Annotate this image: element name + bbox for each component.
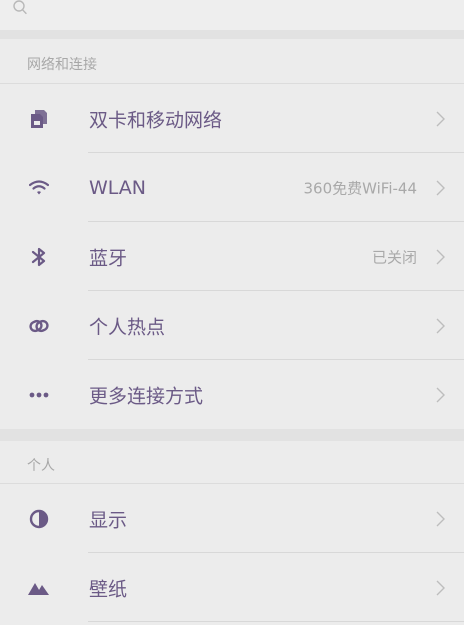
search-bar[interactable]	[0, 0, 464, 30]
bluetooth-icon	[28, 246, 50, 268]
chevron-right-icon	[436, 580, 445, 595]
wifi-network-name: 360免费WiFi-44	[303, 179, 417, 197]
row-label: 显示	[89, 509, 128, 531]
settings-row-wlan[interactable]: WLAN 360免费WiFi-44	[0, 153, 464, 222]
section-divider	[0, 429, 464, 441]
row-divider	[88, 621, 464, 622]
chevron-right-icon	[436, 249, 445, 264]
section-title: 网络和连接	[27, 57, 97, 73]
row-label: 更多连接方式	[89, 385, 204, 407]
display-contrast-icon	[28, 508, 50, 530]
chevron-right-icon	[436, 318, 445, 333]
sim-card-icon	[28, 108, 50, 130]
section-header-personal: 个人	[0, 441, 464, 484]
section-title: 个人	[27, 458, 55, 474]
chevron-right-icon	[436, 387, 445, 402]
settings-row-display[interactable]: 显示	[0, 484, 464, 553]
chevron-right-icon	[436, 511, 445, 526]
row-label: WLAN	[89, 176, 147, 199]
settings-row-wallpaper[interactable]: 壁纸	[0, 553, 464, 622]
wallpaper-mountain-icon	[28, 577, 50, 599]
chevron-right-icon	[436, 111, 445, 126]
section-header-network: 网络和连接	[0, 39, 464, 84]
row-label: 蓝牙	[89, 247, 128, 269]
settings-row-hotspot[interactable]: 个人热点	[0, 291, 464, 360]
chevron-right-icon	[436, 180, 445, 195]
row-label: 双卡和移动网络	[89, 109, 223, 131]
wifi-icon	[28, 177, 50, 199]
more-dots-icon	[28, 384, 50, 406]
section-divider	[0, 30, 464, 39]
row-label: 壁纸	[89, 578, 128, 600]
search-icon	[13, 0, 27, 15]
settings-row-more-connections[interactable]: 更多连接方式	[0, 360, 464, 429]
hotspot-icon	[28, 315, 50, 337]
settings-row-bluetooth[interactable]: 蓝牙 已关闭	[0, 222, 464, 291]
bluetooth-status: 已关闭	[371, 248, 417, 266]
settings-screen: 网络和连接 双卡和移动网络 WLAN 360免费WiFi-44 蓝牙 已关闭 个…	[0, 0, 464, 625]
row-label: 个人热点	[89, 316, 166, 338]
settings-row-dual-sim[interactable]: 双卡和移动网络	[0, 84, 464, 153]
